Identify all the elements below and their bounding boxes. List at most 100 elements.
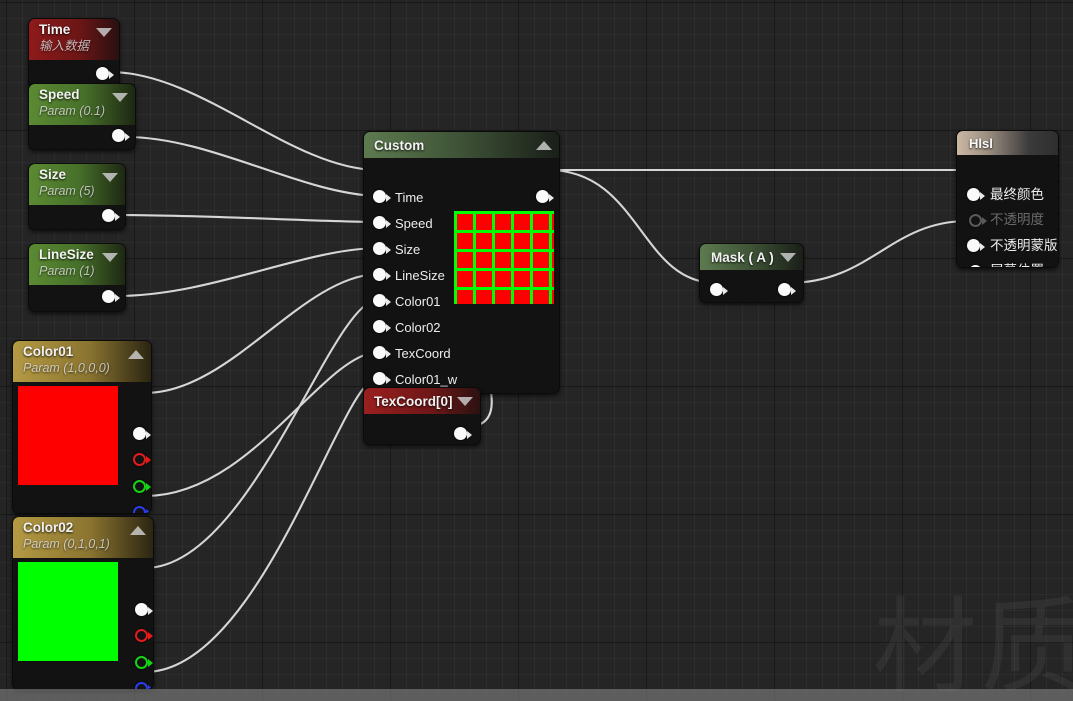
chevron-down-icon[interactable] (102, 253, 118, 262)
custom-input-pin-speed[interactable] (373, 216, 386, 229)
node-mask-header[interactable]: Mask ( A ) (700, 244, 803, 270)
node-size[interactable]: Size Param (5) (28, 163, 126, 230)
custom-input-label-time: Time (395, 190, 424, 205)
node-texcoord-header[interactable]: TexCoord[0] (364, 388, 480, 414)
color01-g-pin[interactable] (133, 480, 146, 493)
node-color01[interactable]: Color01 Param (1,0,0,0) (12, 340, 152, 514)
custom-input-label-linesize: LineSize (395, 268, 445, 283)
chevron-up-icon[interactable] (130, 526, 146, 535)
node-linesize-header[interactable]: LineSize Param (1) (29, 244, 125, 285)
custom-input-arrow-color01 (386, 298, 391, 306)
node-time[interactable]: Time 输入数据 (28, 18, 120, 89)
color01-r-arrow (146, 456, 151, 464)
custom-input-arrow-time (386, 194, 391, 202)
custom-input-pin-linesize[interactable] (373, 268, 386, 281)
node-hlsl-header[interactable]: Hlsl (957, 131, 1058, 155)
color01-rgba-arrow (146, 431, 151, 439)
hlsl-input-label-opacity-mask: 不透明蒙版 (990, 238, 1058, 254)
chevron-down-icon[interactable] (96, 28, 112, 37)
node-texcoord-body (364, 414, 480, 443)
custom-input-label-texcoord: TexCoord (395, 346, 451, 361)
chevron-up-icon[interactable] (128, 350, 144, 359)
canvas-bottom-bar (0, 689, 1073, 701)
node-time-header[interactable]: Time 输入数据 (29, 19, 119, 60)
node-mask-title: Mask ( A ) (711, 249, 774, 265)
node-color01-subtitle: Param (1,0,0,0) (23, 361, 110, 375)
hlsl-input-pin-opacity-mask[interactable] (967, 239, 980, 252)
custom-input-pin-color01[interactable] (373, 294, 386, 307)
color02-r-pin[interactable] (135, 629, 148, 642)
node-mask[interactable]: Mask ( A ) (699, 243, 804, 303)
custom-input-pin-color01-w[interactable] (373, 372, 386, 385)
chevron-down-icon[interactable] (102, 173, 118, 182)
color02-swatch[interactable] (18, 562, 118, 661)
node-time-output-pin[interactable] (96, 67, 109, 80)
hlsl-input-pin-final-color[interactable] (967, 188, 980, 201)
node-linesize[interactable]: LineSize Param (1) (28, 243, 126, 312)
node-size-subtitle: Param (5) (39, 184, 95, 198)
custom-input-label-speed: Speed (395, 216, 433, 231)
node-size-output-arrow (115, 213, 120, 221)
custom-input-arrow-speed (386, 220, 391, 228)
node-custom-header[interactable]: Custom (364, 132, 559, 158)
mask-input-arrow (723, 287, 728, 295)
hlsl-input-arrow-opacity-mask (980, 243, 985, 251)
node-color02[interactable]: Color02 Param (0,1,0,1) (12, 516, 154, 690)
node-speed-body (29, 125, 135, 149)
node-speed-subtitle: Param (0.1) (39, 104, 105, 118)
custom-output-arrow (549, 194, 554, 202)
material-graph-canvas[interactable]: 材质 Time 输入数据 Speed Param (0.1) Size Para… (0, 0, 1073, 701)
custom-input-pin-color02[interactable] (373, 320, 386, 333)
node-mask-body (700, 270, 803, 301)
node-speed-header[interactable]: Speed Param (0.1) (29, 84, 135, 125)
custom-input-pin-time[interactable] (373, 190, 386, 203)
hlsl-input-label-screen-position: 屏幕位置 (990, 264, 1044, 267)
custom-input-pin-texcoord[interactable] (373, 346, 386, 359)
node-color01-body (13, 382, 151, 513)
node-texcoord[interactable]: TexCoord[0] (363, 387, 481, 445)
node-size-output-pin[interactable] (102, 209, 115, 222)
custom-input-pin-size[interactable] (373, 242, 386, 255)
color01-rgba-pin[interactable] (133, 427, 146, 440)
node-color01-header[interactable]: Color01 Param (1,0,0,0) (13, 341, 151, 382)
color02-g-arrow (148, 659, 153, 667)
custom-input-label-color01: Color01 (395, 294, 441, 309)
node-linesize-output-pin[interactable] (102, 290, 115, 303)
node-linesize-subtitle: Param (1) (39, 264, 95, 278)
custom-preview-thumbnail (454, 211, 554, 304)
texcoord-output-pin[interactable] (454, 427, 467, 440)
node-hlsl[interactable]: Hlsl 最终颜色 不透明度 不透明蒙版 屏幕位置 (956, 130, 1059, 268)
mask-output-pin[interactable] (778, 283, 791, 296)
chevron-up-icon[interactable] (536, 141, 552, 150)
chevron-down-icon[interactable] (780, 253, 796, 262)
hlsl-input-pin-screen-position[interactable] (969, 265, 982, 267)
color02-rgba-pin[interactable] (135, 603, 148, 616)
node-size-body (29, 205, 125, 229)
color01-swatch[interactable] (18, 386, 118, 485)
node-color02-header[interactable]: Color02 Param (0,1,0,1) (13, 517, 153, 558)
texcoord-output-arrow (467, 431, 472, 439)
color02-g-pin[interactable] (135, 656, 148, 669)
color01-r-pin[interactable] (133, 453, 146, 466)
color01-g-arrow (146, 483, 151, 491)
node-color02-body (13, 558, 153, 689)
hlsl-input-label-final-color: 最终颜色 (990, 187, 1044, 203)
node-custom-title: Custom (374, 137, 425, 153)
node-time-output-arrow (109, 71, 114, 79)
node-linesize-output-arrow (115, 294, 120, 302)
node-custom[interactable]: Custom Time Speed Size LineSize Color01 (363, 131, 560, 394)
mask-input-pin[interactable] (710, 283, 723, 296)
color01-b-pin[interactable] (133, 506, 146, 513)
mask-output-arrow (791, 287, 796, 295)
chevron-down-icon[interactable] (457, 397, 473, 406)
custom-output-pin[interactable] (536, 190, 549, 203)
color02-r-arrow (148, 632, 153, 640)
node-speed[interactable]: Speed Param (0.1) (28, 83, 136, 150)
custom-input-arrow-color01-w (386, 376, 391, 384)
color02-rgba-arrow (148, 607, 153, 615)
node-speed-output-pin[interactable] (112, 129, 125, 142)
chevron-down-icon[interactable] (112, 93, 128, 102)
node-size-header[interactable]: Size Param (5) (29, 164, 125, 205)
hlsl-input-pin-opacity[interactable] (969, 214, 982, 227)
color01-b-arrow (146, 509, 151, 513)
